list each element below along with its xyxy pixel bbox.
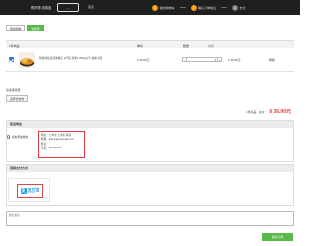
- table-row: 新鲜蜂蜜自然熟橘子 2斤装 新果1.25kg(2斤) 顺丰冷链 ¥ 36.90元…: [6, 50, 294, 72]
- brand-text: 购好物 请慎选: [31, 6, 52, 10]
- total-label: 1件商品，总价：: [246, 110, 268, 114]
- step-1-label: 我的购物车: [159, 5, 175, 10]
- submit-order-button[interactable]: 提交订单: [262, 233, 293, 241]
- product-name-link[interactable]: 新鲜蜂蜜自然熟橘子 2斤装 新果1.25kg(2斤) 顺丰冷链: [39, 57, 129, 60]
- selected-address-card[interactable]: 地址：上海市 上海市 黄浦 邮箱：admin@example.com 姓名： 手…: [38, 131, 85, 158]
- step-3-icon: 3: [232, 4, 239, 11]
- add-address-label: 点击添加地址: [11, 135, 29, 139]
- step-pay: 3 支付: [232, 4, 246, 11]
- alipay-icon: 支: [20, 188, 27, 194]
- cart-table-header: 1件商品 单价 数量 小计: [6, 40, 294, 48]
- item-checkbox[interactable]: [9, 57, 14, 62]
- cart-tabs: 继续购物 去结算: [6, 25, 46, 31]
- quantity-stepper: - 1 +: [182, 57, 222, 62]
- delete-item-link[interactable]: 删除: [269, 58, 275, 62]
- step-2-icon: 2: [190, 4, 197, 11]
- step-cart: 1 我的购物车: [152, 4, 175, 11]
- home-link[interactable]: 首页: [88, 5, 94, 9]
- order-total: 1件商品，总价： ¥ 36.90元: [246, 108, 291, 115]
- payment-section-title: 选择支付方式: [7, 165, 293, 172]
- coupon-label: 请选择优惠: [6, 88, 21, 92]
- tab-checkout[interactable]: 去结算: [27, 25, 44, 31]
- top-navigation-bar: 购好物 请慎选 ... 首页 1 我的购物车 2 确认订单信息 3 支付: [0, 0, 300, 15]
- increase-quantity-button[interactable]: +: [217, 57, 222, 62]
- step-2-label: 确认订单信息: [198, 5, 217, 10]
- fruit-image-icon: [20, 58, 34, 67]
- step-divider: [179, 7, 186, 8]
- tab-continue-shopping[interactable]: 继续购物: [6, 25, 26, 31]
- product-thumbnail[interactable]: [19, 52, 35, 68]
- step-3-label: 支付: [239, 5, 246, 10]
- step-divider: [221, 7, 228, 8]
- alipay-english: ALIPAY: [28, 191, 36, 194]
- checkout-steps: 1 我的购物车 2 确认订单信息 3 支付: [152, 4, 251, 11]
- item-subtotal: ¥ 36.90元: [228, 58, 241, 62]
- add-address-option[interactable]: 点击添加地址: [7, 135, 28, 139]
- select-coupon-button[interactable]: 选择优惠券: [6, 95, 28, 102]
- step-confirm: 2 确认订单信息: [190, 4, 217, 11]
- column-subtotal: 小计: [208, 43, 215, 48]
- radio-icon: [7, 135, 11, 139]
- payment-method-alipay[interactable]: 支 支付宝 ALIPAY: [8, 178, 50, 202]
- phone-line: 手机：*** **** ****: [41, 147, 62, 151]
- unit-price: ¥ 36.90元: [137, 58, 150, 62]
- alipay-logo: 支 支付宝 ALIPAY: [17, 184, 43, 198]
- address-section-title: 配送地址: [7, 121, 293, 128]
- step-1-icon: 1: [152, 4, 158, 11]
- column-quantity: 数量: [183, 43, 190, 48]
- column-unit-price: 单价: [137, 43, 144, 48]
- total-amount: ¥ 36.90元: [269, 109, 291, 115]
- order-remark-textarea[interactable]: 留言备注: [6, 211, 294, 226]
- quantity-input[interactable]: 1: [187, 57, 217, 62]
- column-product: 1件商品: [9, 43, 20, 48]
- site-logo[interactable]: ...: [57, 3, 79, 12]
